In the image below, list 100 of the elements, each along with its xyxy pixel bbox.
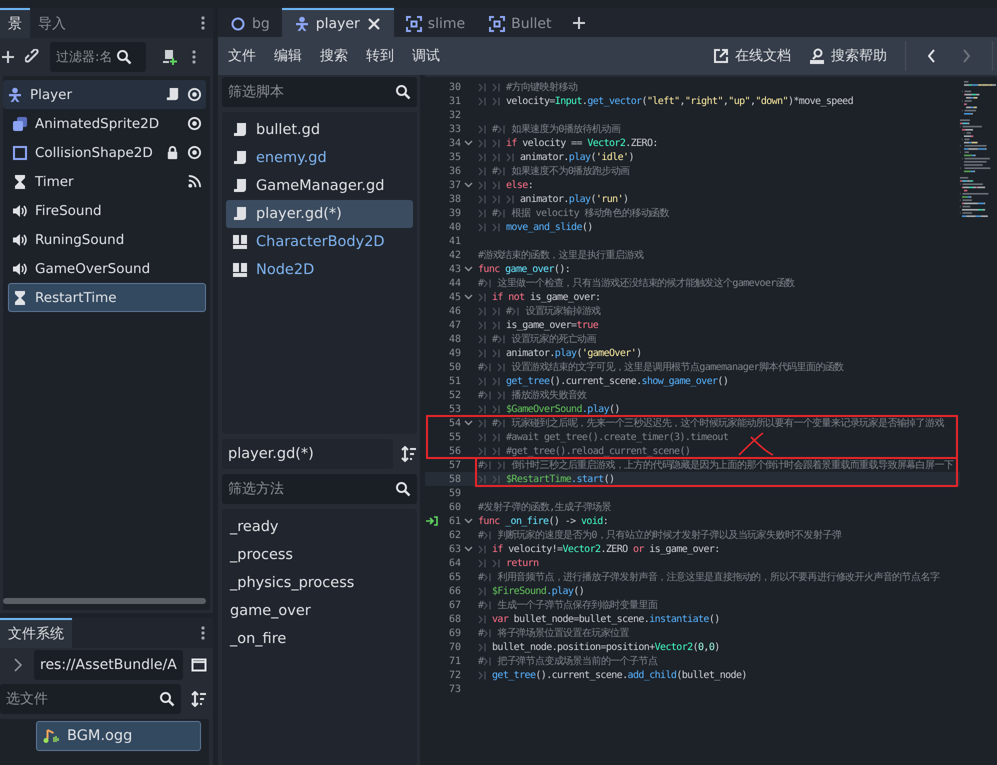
script-item[interactable]: enemy.gd [226, 144, 413, 172]
scene-node[interactable]: CollisionShape2D [8, 138, 206, 167]
menu-item[interactable]: 调试 [412, 47, 440, 65]
code-text: # [478, 278, 484, 288]
code-text: #发射子弹的函数,生成子弹场景 [478, 500, 612, 514]
indent-arrow-icon [492, 96, 502, 106]
eye-icon[interactable] [187, 87, 202, 102]
indent-arrow-icon [506, 152, 516, 162]
sort-icon[interactable] [401, 446, 417, 462]
menu-item[interactable]: 转到 [366, 47, 394, 65]
fold-chevron-icon[interactable] [464, 294, 472, 300]
menu-item[interactable]: 搜索 [320, 47, 348, 65]
dock-tab[interactable]: 文件系统 [0, 618, 72, 648]
indent-arrow-icon [492, 432, 502, 442]
method-item[interactable]: _physics_process [222, 569, 417, 597]
menu-item[interactable]: 编辑 [274, 47, 302, 65]
code-text: 这里做一个检查，只有当游戏还没结束的候才能触发这个gamevoer函数 [497, 276, 795, 290]
dock-tab[interactable]: 景 [0, 8, 30, 38]
script-item[interactable]: GameManager.gd [226, 172, 413, 200]
window-icon[interactable] [191, 657, 207, 673]
signal-arrow-icon[interactable] [426, 516, 438, 526]
sprite-icon [12, 116, 28, 132]
fold-chevron-icon[interactable] [464, 266, 472, 272]
fold-chevron-icon[interactable] [464, 518, 472, 524]
code-text: # [478, 600, 484, 610]
indent-arrow-icon [492, 558, 502, 568]
menu-item[interactable]: 文件 [228, 47, 256, 65]
signal-icon[interactable] [187, 174, 202, 189]
editor-tab[interactable]: bg [218, 8, 282, 37]
code-text: # [478, 362, 484, 372]
script-item[interactable]: player.gd(*) [226, 200, 413, 228]
indent-arrow-icon [478, 474, 488, 484]
indent-arrow-icon [483, 278, 494, 288]
indent-arrow-icon [483, 460, 494, 470]
speaker-icon [12, 232, 28, 248]
scrollbar[interactable] [3, 598, 206, 604]
path-field[interactable]: res://AssetBundle/A [34, 650, 183, 680]
script-item[interactable]: CharacterBody2D [226, 228, 413, 256]
add-script-icon[interactable] [161, 49, 177, 65]
code-text: is_game_over=true [506, 320, 598, 330]
scene-node[interactable]: AnimatedSprite2D [8, 109, 206, 138]
editor-tab[interactable]: slime [394, 8, 478, 37]
line-number: 36 [448, 166, 461, 176]
indent-arrow-icon [478, 376, 488, 386]
indent-arrow-icon [478, 320, 488, 330]
indent-arrow-icon [511, 306, 522, 316]
close-icon[interactable] [366, 16, 382, 32]
indent-arrow-icon [492, 376, 502, 386]
code-text: func _on_fire() -> void: [478, 516, 608, 526]
indent-arrow-icon [478, 418, 488, 428]
external-link-icon [713, 48, 729, 64]
link-icon[interactable] [25, 49, 41, 65]
eye-icon[interactable] [187, 116, 202, 131]
method-item[interactable]: _on_fire [222, 625, 417, 653]
scroll-icon[interactable] [165, 87, 180, 102]
script-item[interactable]: bullet.gd [226, 116, 413, 144]
scene-node[interactable]: RestartTime [8, 283, 206, 312]
method-item[interactable]: _process [222, 541, 417, 569]
dock-tab[interactable]: 导入 [30, 8, 74, 38]
indent-arrow-icon [478, 642, 488, 652]
method-item[interactable]: _ready [222, 513, 417, 541]
fold-chevron-icon[interactable] [464, 140, 472, 146]
indent-arrow-icon [483, 628, 494, 638]
line-number: 56 [448, 446, 461, 456]
fold-chevron-icon[interactable] [464, 546, 472, 552]
fold-chevron-icon[interactable] [464, 420, 472, 426]
fold-chevron-icon[interactable] [464, 182, 472, 188]
editor-tab[interactable]: player [282, 8, 394, 37]
filter-field[interactable]: 筛选脚本 [222, 77, 417, 107]
code-text: # [478, 628, 484, 638]
lock-icon[interactable] [165, 145, 180, 160]
eye-icon[interactable] [187, 145, 202, 160]
indent-arrow-icon [478, 194, 488, 204]
help-button[interactable]: 搜索帮助 [809, 47, 887, 65]
line-number: 37 [448, 180, 461, 190]
help-button[interactable]: 在线文档 [713, 47, 791, 65]
filter-field[interactable]: 选文件 [0, 684, 181, 714]
add-node-icon[interactable] [0, 49, 16, 65]
scene-node[interactable]: Timer [8, 167, 206, 196]
scene-node[interactable]: RuningSound [8, 225, 206, 254]
scene-node[interactable]: Player [3, 80, 206, 109]
search-icon [395, 481, 411, 497]
line-number: 72 [448, 670, 461, 680]
add-tab-icon[interactable] [571, 14, 588, 30]
code-text: # [492, 124, 498, 134]
editor-tab[interactable]: Bullet [477, 8, 564, 37]
file-item[interactable]: BGM.ogg [36, 721, 201, 751]
filter-field[interactable]: 筛选方法 [222, 474, 417, 504]
scene-node[interactable]: FireSound [8, 196, 206, 225]
sort-icon[interactable] [191, 691, 207, 707]
scroll-icon [232, 150, 248, 166]
code-text: # [478, 572, 484, 582]
line-number: 65 [448, 572, 461, 582]
filter-field[interactable]: 过滤器:名 [50, 42, 146, 72]
script-item[interactable]: Node2D [226, 256, 413, 284]
code-text: # [478, 460, 484, 470]
code-text: $RestartTime.start() [506, 474, 614, 484]
line-number: 73 [448, 684, 461, 694]
method-item[interactable]: game_over [222, 597, 417, 625]
scene-node[interactable]: GameOverSound [8, 254, 206, 283]
